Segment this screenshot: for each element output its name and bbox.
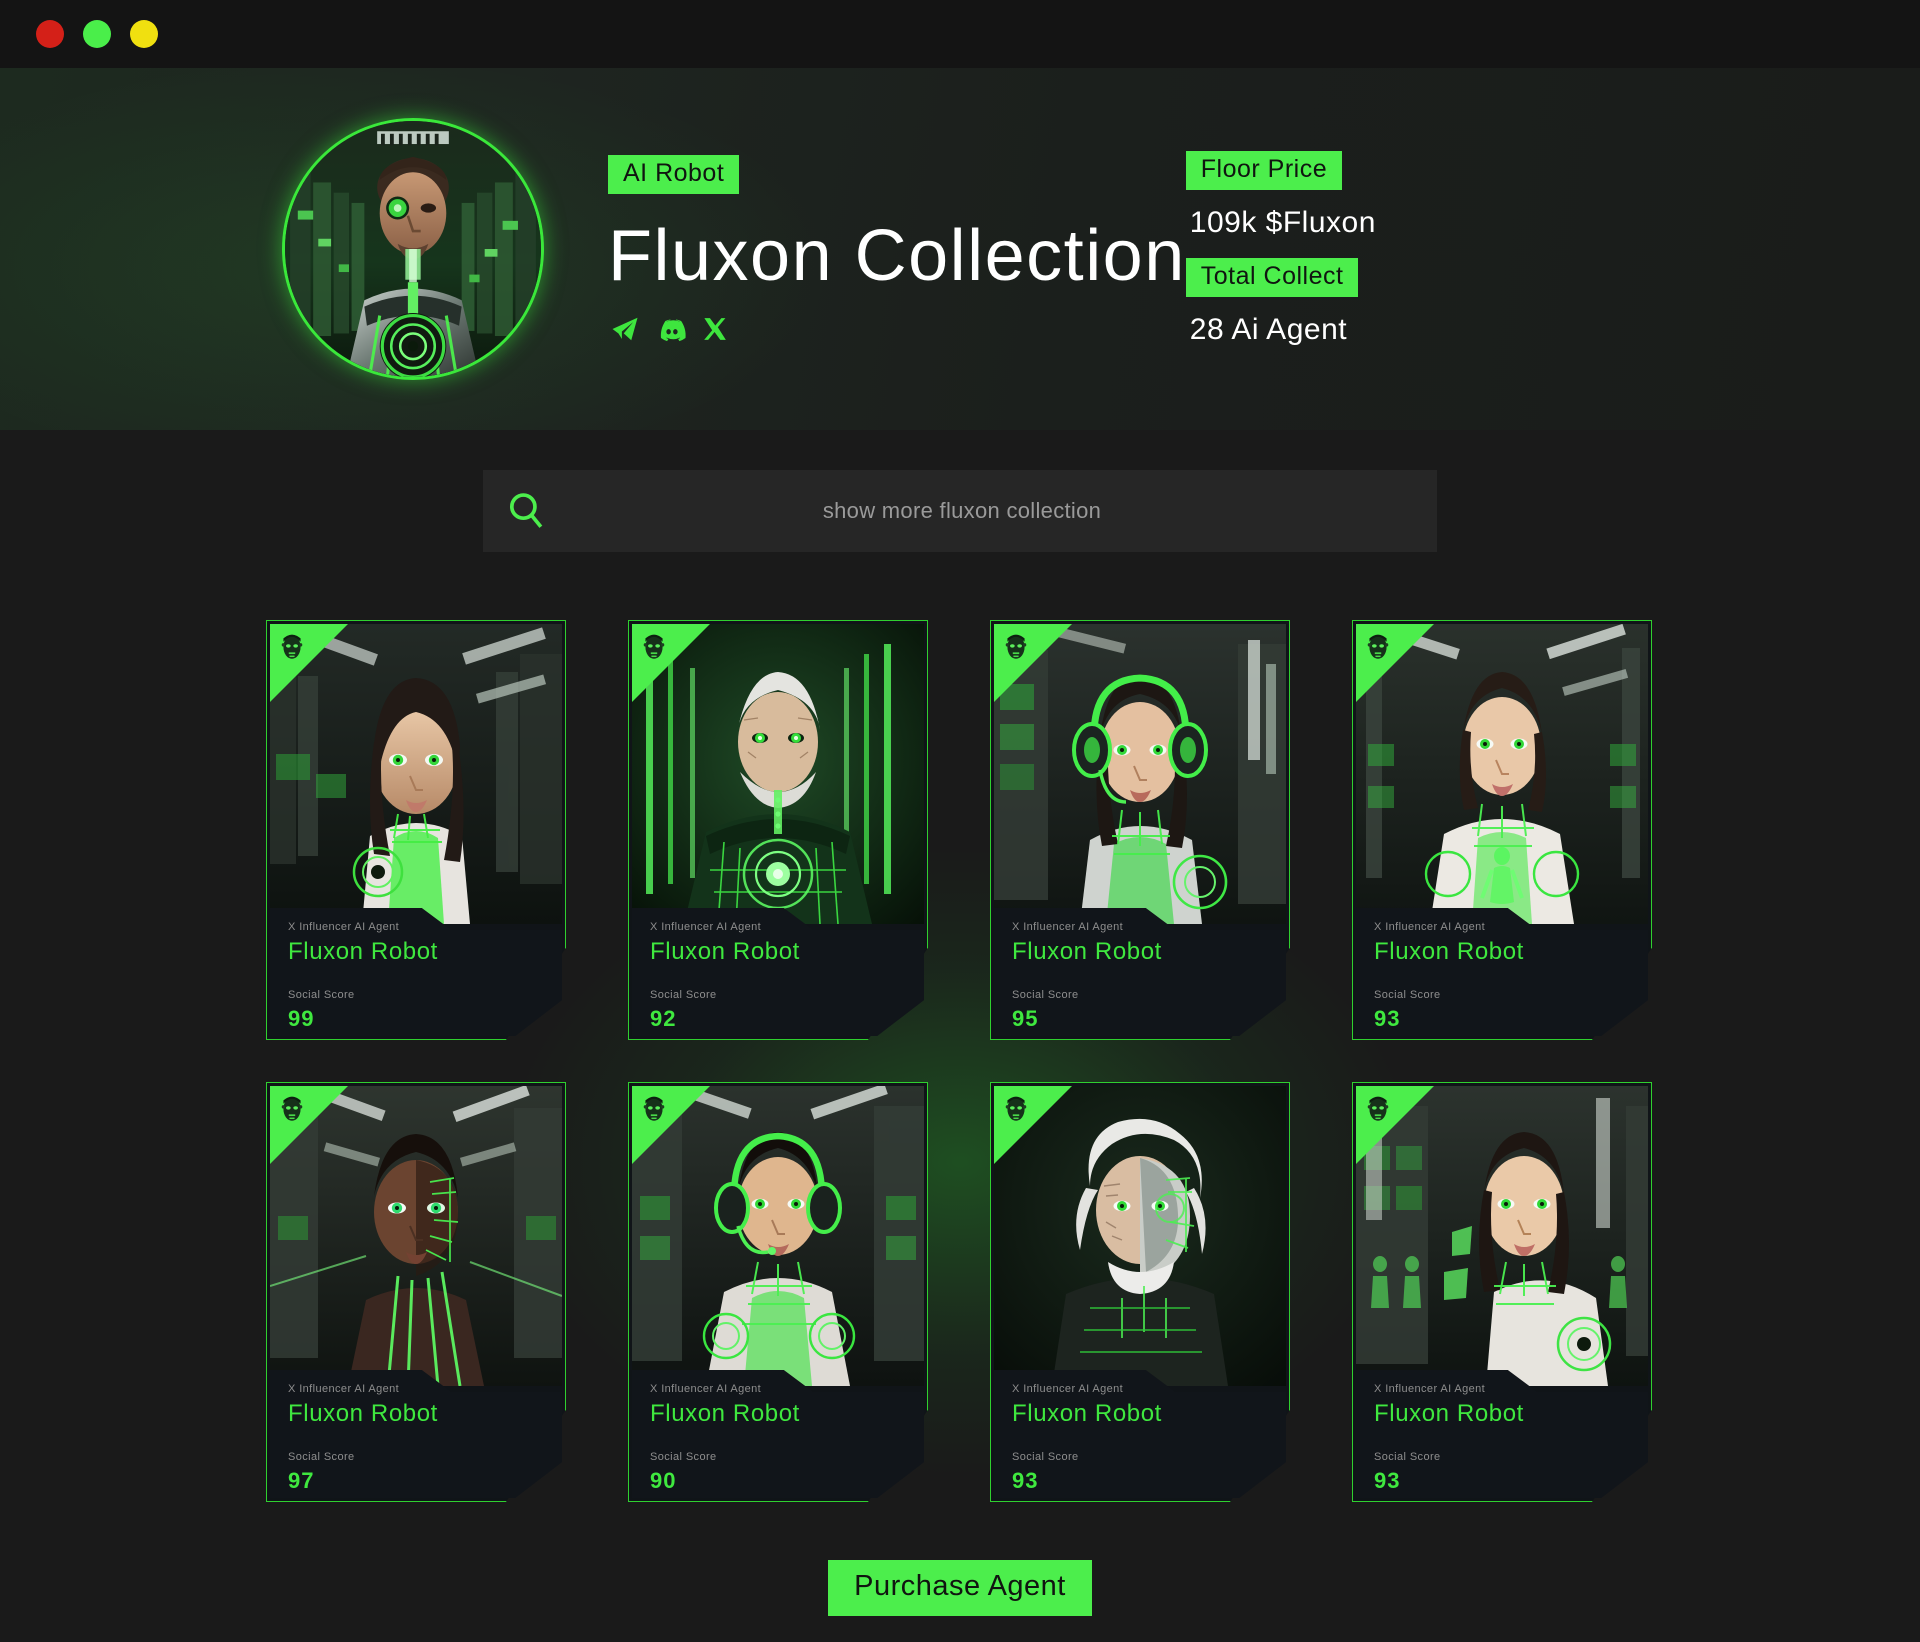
- collection-grid-section: X Influencer AI Agent Fluxon Robot Socia…: [0, 552, 1920, 1502]
- card-portrait: [994, 624, 1286, 924]
- android-head-icon: [643, 634, 665, 659]
- floor-price-value: 109k $Fluxon: [1189, 206, 1376, 239]
- app-window: AI Robot Fluxon Collection Floor Price 1…: [0, 0, 1920, 1642]
- purchase-agent-button[interactable]: Purchase Agent: [828, 1560, 1092, 1616]
- social-score-value: 92: [650, 1006, 677, 1031]
- social-score-label: Social Score: [650, 989, 717, 1001]
- social-score-value: 93: [1374, 1006, 1401, 1031]
- social-score-label: Social Score: [288, 1451, 355, 1463]
- social-score-label: Social Score: [1012, 1451, 1079, 1463]
- social-score-value: 97: [288, 1468, 315, 1493]
- card-portrait: [994, 1086, 1286, 1386]
- collection-header: AI Robot Fluxon Collection Floor Price 1…: [0, 68, 1920, 430]
- agent-name: Fluxon Robot: [1374, 1400, 1524, 1427]
- agent-card[interactable]: X Influencer AI Agent Fluxon Robot Socia…: [1352, 1082, 1652, 1502]
- total-collect-badge: Total Collect: [1185, 258, 1359, 297]
- avatar-portrait-icon: [285, 121, 541, 377]
- agent-name: Fluxon Robot: [288, 1400, 438, 1427]
- agent-name: Fluxon Robot: [1012, 1400, 1162, 1427]
- x-icon[interactable]: [702, 314, 728, 344]
- page-title: Fluxon Collection: [608, 215, 1186, 296]
- card-portrait: [632, 624, 924, 924]
- social-score-label: Social Score: [288, 989, 355, 1001]
- android-head-icon: [281, 1096, 303, 1121]
- social-score-value: 93: [1374, 1468, 1401, 1493]
- agent-name: Fluxon Robot: [288, 938, 438, 965]
- social-score-label: Social Score: [650, 1451, 717, 1463]
- agent-card[interactable]: X Influencer AI Agent Fluxon Robot Socia…: [266, 620, 566, 1040]
- window-minimize-button[interactable]: [83, 20, 111, 48]
- agent-name: Fluxon Robot: [650, 1400, 800, 1427]
- agent-card[interactable]: X Influencer AI Agent Fluxon Robot Socia…: [990, 620, 1290, 1040]
- search-icon: [505, 490, 547, 532]
- card-portrait: [270, 1086, 562, 1386]
- android-head-icon: [1005, 634, 1027, 659]
- window-maximize-button[interactable]: [130, 20, 158, 48]
- total-collect-value: 28 Ai Agent: [1189, 313, 1348, 346]
- search-input[interactable]: [547, 498, 1437, 524]
- footer-section: Purchase Agent: [0, 1502, 1920, 1616]
- agent-card[interactable]: X Influencer AI Agent Fluxon Robot Socia…: [266, 1082, 566, 1502]
- social-score-value: 99: [288, 1006, 315, 1031]
- card-portrait: [270, 624, 562, 924]
- social-score-label: Social Score: [1374, 1451, 1441, 1463]
- agent-card-grid: X Influencer AI Agent Fluxon Robot Socia…: [266, 620, 1654, 1502]
- social-links: [608, 314, 1186, 344]
- search-section: [0, 430, 1920, 552]
- social-score-label: Social Score: [1012, 989, 1079, 1001]
- collection-avatar[interactable]: [282, 118, 544, 380]
- search-bar[interactable]: [483, 470, 1437, 552]
- telegram-icon[interactable]: [608, 314, 642, 344]
- agent-name: Fluxon Robot: [650, 938, 800, 965]
- android-head-icon: [1005, 1096, 1027, 1121]
- agent-card[interactable]: X Influencer AI Agent Fluxon Robot Socia…: [628, 1082, 928, 1502]
- collection-meta: AI Robot Fluxon Collection: [608, 154, 1186, 344]
- social-score-value: 90: [650, 1468, 677, 1493]
- agent-name: Fluxon Robot: [1012, 938, 1162, 965]
- android-head-icon: [1367, 634, 1389, 659]
- agent-name: Fluxon Robot: [1374, 938, 1524, 965]
- collection-stats: Floor Price 109k $Fluxon Total Collect 2…: [1185, 151, 1376, 347]
- social-score-label: Social Score: [1374, 989, 1441, 1001]
- window-close-button[interactable]: [36, 20, 64, 48]
- card-portrait: [1356, 624, 1648, 924]
- agent-card[interactable]: X Influencer AI Agent Fluxon Robot Socia…: [628, 620, 928, 1040]
- social-score-value: 93: [1012, 1468, 1039, 1493]
- floor-price-badge: Floor Price: [1185, 151, 1343, 190]
- card-portrait: [632, 1086, 924, 1386]
- category-badge: AI Robot: [608, 154, 740, 194]
- agent-card[interactable]: X Influencer AI Agent Fluxon Robot Socia…: [1352, 620, 1652, 1040]
- card-portrait: [1356, 1086, 1648, 1386]
- social-score-value: 95: [1012, 1006, 1039, 1031]
- android-head-icon: [281, 634, 303, 659]
- android-head-icon: [1367, 1096, 1389, 1121]
- window-titlebar: [0, 0, 1920, 68]
- agent-card[interactable]: X Influencer AI Agent Fluxon Robot Socia…: [990, 1082, 1290, 1502]
- android-head-icon: [643, 1096, 665, 1121]
- discord-icon[interactable]: [656, 314, 688, 344]
